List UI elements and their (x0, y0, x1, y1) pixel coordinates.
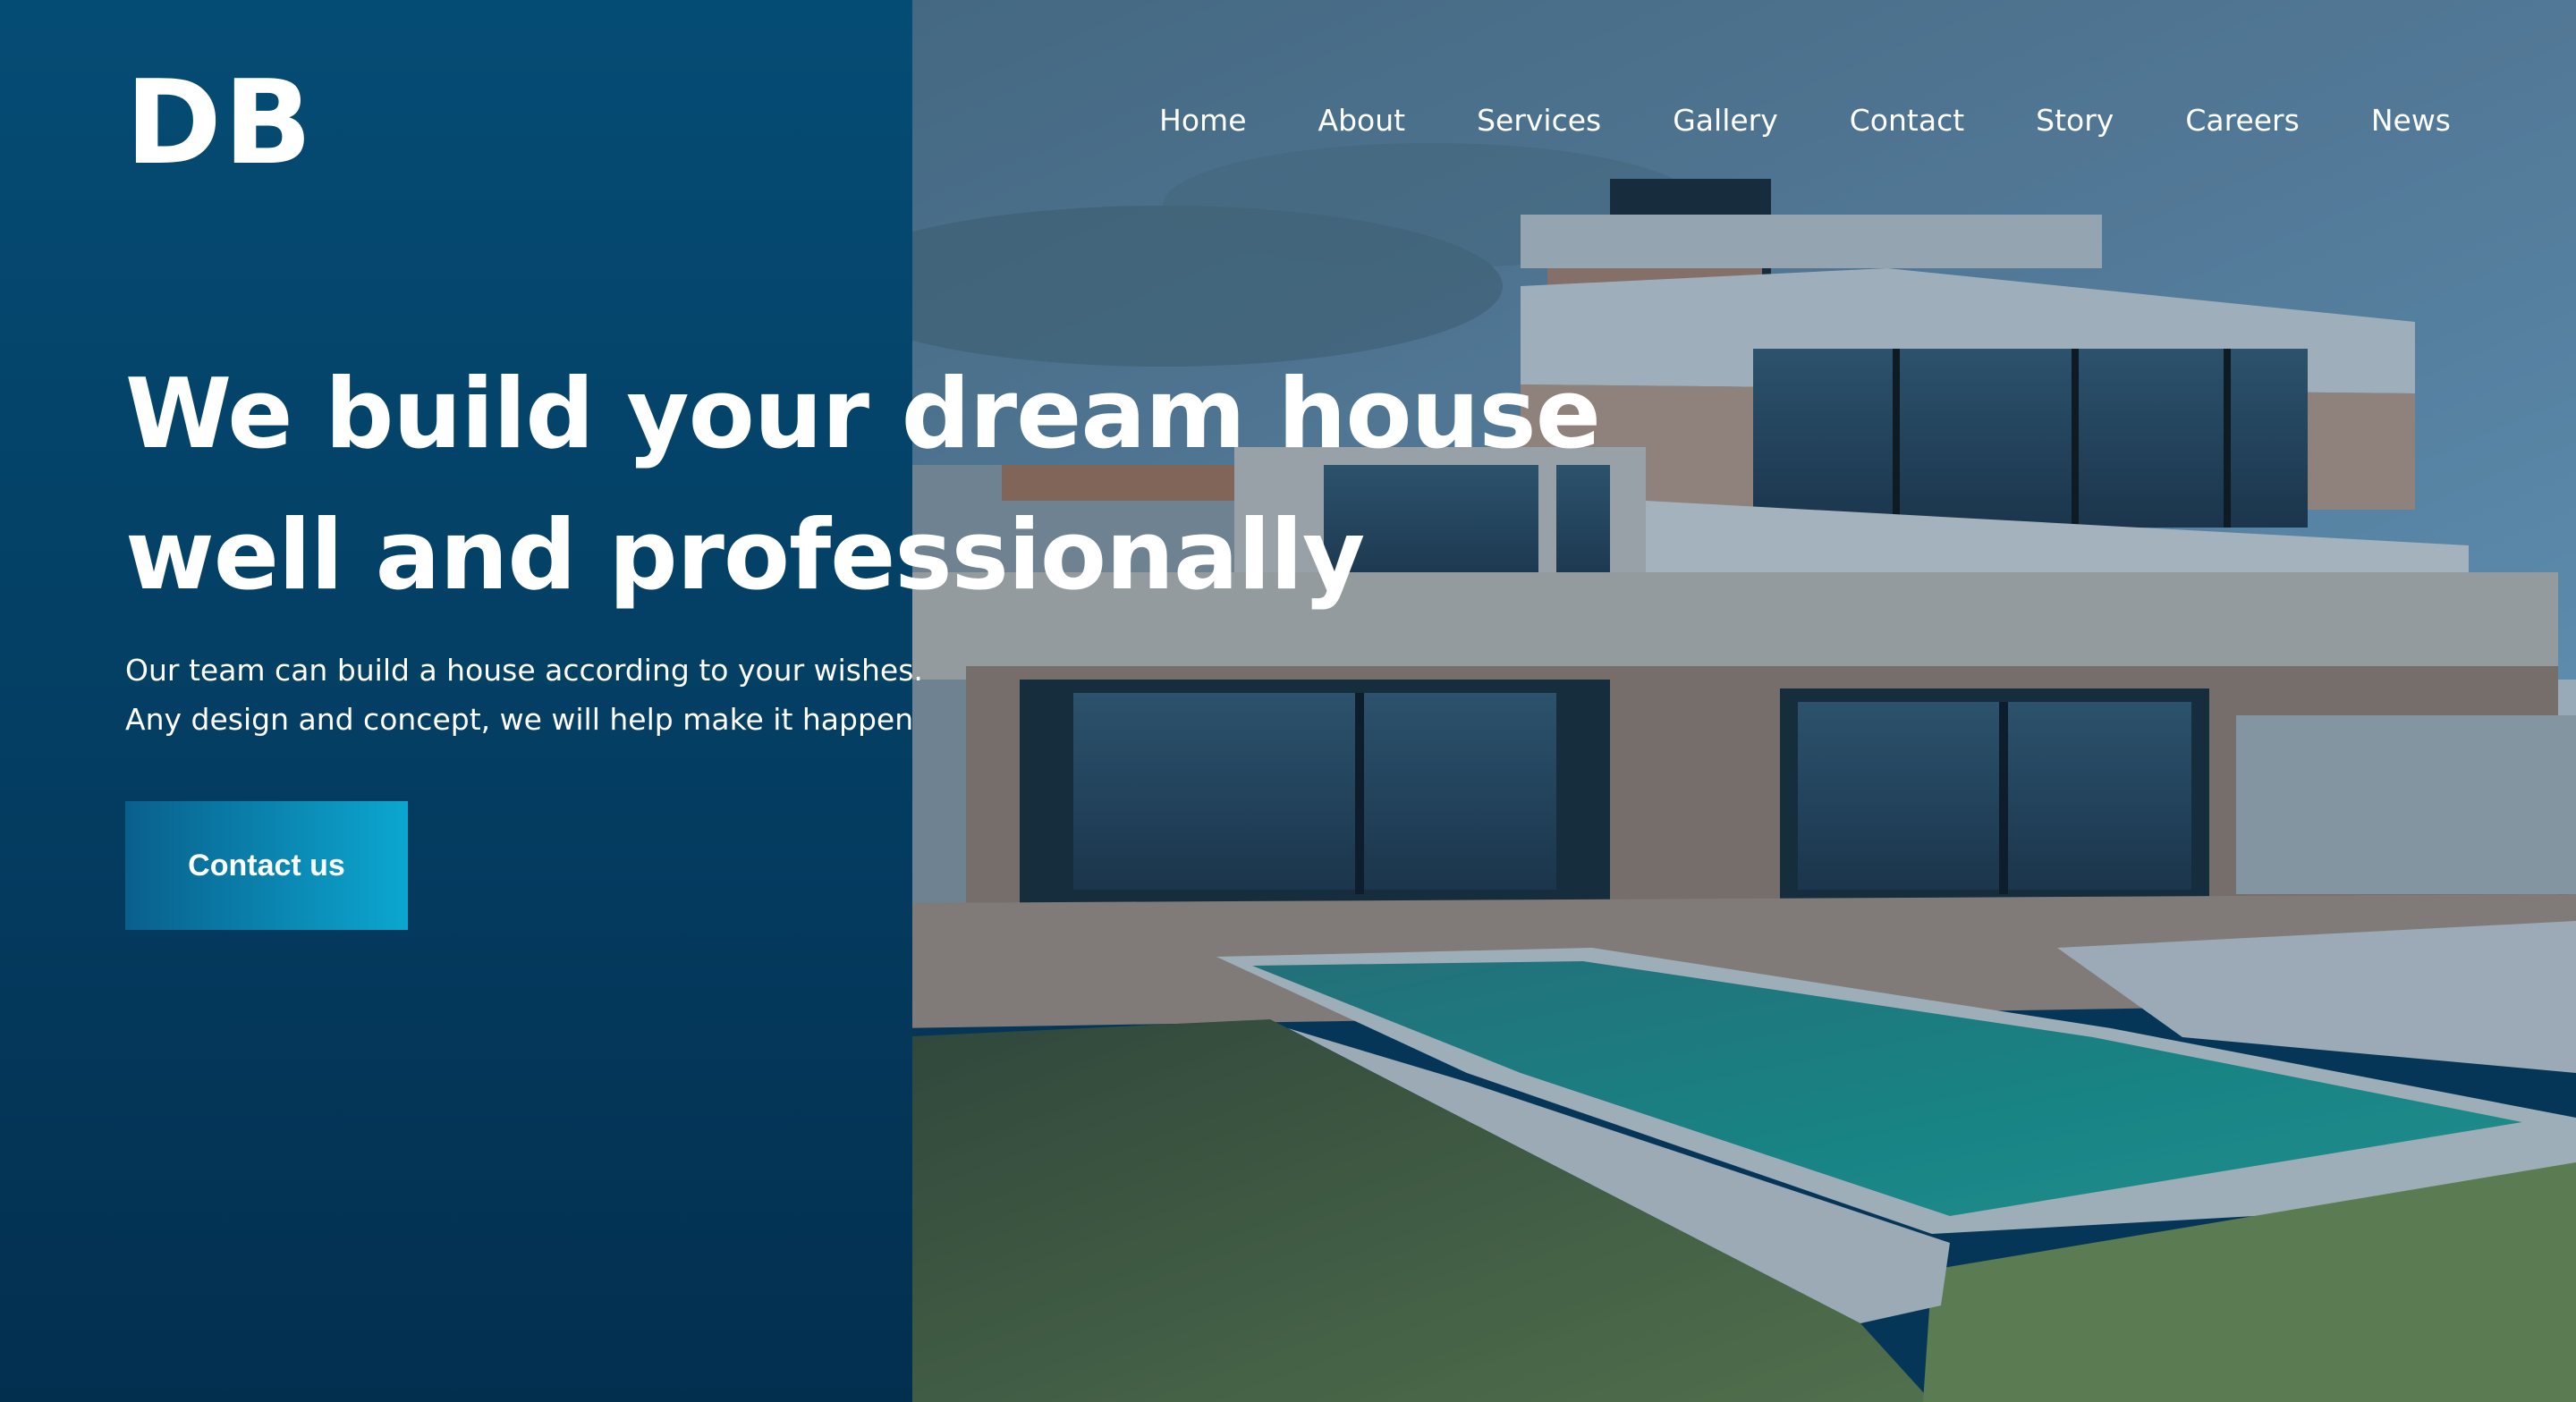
nav-news[interactable]: News (2371, 98, 2451, 143)
logo[interactable]: DB (125, 55, 314, 190)
hero-headline: We build your dream house well and profe… (125, 344, 1601, 627)
nav-careers[interactable]: Careers (2185, 98, 2299, 143)
nav-gallery[interactable]: Gallery (1673, 98, 1778, 143)
contact-us-button[interactable]: Contact us (125, 801, 408, 930)
nav-contact[interactable]: Contact (1850, 98, 1964, 143)
nav-story[interactable]: Story (2036, 98, 2114, 143)
main-nav: Home About Services Gallery Contact Stor… (1159, 98, 2451, 143)
nav-about[interactable]: About (1318, 98, 1406, 143)
nav-services[interactable]: Services (1477, 98, 1601, 143)
subtext-line-1: Our team can build a house according to … (125, 653, 923, 688)
headline-line-2: well and professionally (125, 500, 1365, 612)
nav-home[interactable]: Home (1159, 98, 1246, 143)
subtext-line-2: Any design and concept, we will help mak… (125, 702, 914, 737)
headline-line-1: We build your dream house (125, 359, 1601, 470)
hero-section: DB Home About Services Gallery Contact S… (0, 0, 2576, 1402)
hero-subtext: Our team can build a house according to … (125, 646, 923, 744)
